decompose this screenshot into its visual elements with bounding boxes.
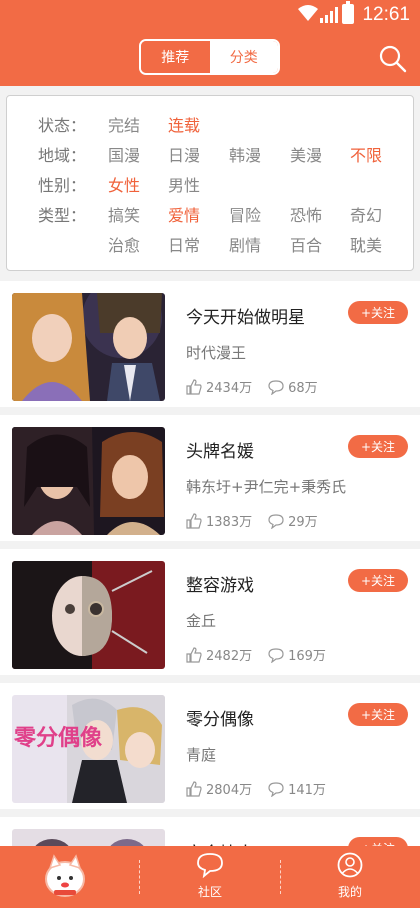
- comic-title[interactable]: 今天开始做明星: [186, 303, 305, 328]
- tab-label: 我的: [337, 885, 362, 899]
- comic-card[interactable]: 头牌名媛 韩东圩+尹仁完+秉秀氏 1383万 29万 +关注: [0, 415, 420, 541]
- comment-icon: [268, 379, 284, 395]
- filter-option[interactable]: 日漫: [168, 142, 200, 166]
- top-bar: 推荐 分类: [0, 30, 420, 86]
- comic-cover[interactable]: [12, 293, 165, 401]
- filter-option[interactable]: 搞笑: [108, 202, 140, 226]
- likes-count: 1383万: [206, 515, 253, 530]
- filter-label-region: 地域：: [38, 146, 87, 165]
- comic-cover[interactable]: [12, 427, 165, 535]
- filter-panel: 状态： 完结 连载 地域： 国漫 日漫 韩漫 美漫 不限 性别： 女性 男性 类…: [6, 95, 414, 271]
- filter-label-status: 状态：: [38, 116, 87, 135]
- comic-author: 韩东圩+尹仁完+秉秀氏: [186, 478, 347, 496]
- thumbs-up-icon: [186, 512, 202, 529]
- filter-row-status: 状态： 完结 连载: [7, 108, 413, 138]
- tab-divider: [139, 860, 140, 894]
- filter-row-genre-2: 治愈 日常 剧情 百合 耽美: [7, 228, 413, 258]
- filter-option[interactable]: 韩漫: [229, 142, 261, 166]
- chat-bubble-icon: [197, 853, 223, 879]
- tab-divider: [280, 860, 281, 894]
- tab-home[interactable]: [15, 850, 115, 903]
- filter-option[interactable]: 男性: [168, 172, 200, 196]
- comments-count: 141万: [288, 783, 326, 798]
- filter-label-genre: 类型：: [38, 206, 87, 225]
- filter-option[interactable]: 完结: [108, 112, 140, 136]
- comic-author: 金丘: [186, 612, 217, 630]
- comments-count: 29万: [288, 515, 318, 530]
- filter-row-region: 地域： 国漫 日漫 韩漫 美漫 不限: [7, 138, 413, 168]
- filter-row-genre: 类型： 搞笑 爱情 冒险 恐怖 奇幻: [7, 198, 413, 228]
- comic-title[interactable]: 整容游戏: [186, 571, 254, 596]
- filter-option[interactable]: 奇幻: [350, 202, 382, 226]
- tab-profile[interactable]: 我的: [300, 852, 400, 900]
- battery-icon: [342, 1, 354, 24]
- tab-category[interactable]: 分类: [209, 41, 278, 73]
- filter-option[interactable]: 治愈: [108, 232, 140, 256]
- comic-author: 青庭: [186, 746, 217, 764]
- tab-switch: 推荐 分类: [139, 39, 280, 75]
- filter-option[interactable]: 剧情: [229, 232, 261, 256]
- comic-stats: 2434万 68万: [186, 377, 318, 396]
- thumbs-up-icon: [186, 780, 202, 797]
- comic-title[interactable]: 头牌名媛: [186, 437, 254, 462]
- follow-button[interactable]: +关注: [348, 435, 408, 458]
- signal-icon: [320, 7, 338, 23]
- comments-count: 169万: [288, 649, 326, 664]
- thumbs-up-icon: [186, 378, 202, 395]
- clock: 12:61: [362, 4, 410, 25]
- likes-count: 2434万: [206, 381, 253, 396]
- likes-count: 2482万: [206, 649, 253, 664]
- filter-option-selected[interactable]: 爱情: [168, 202, 200, 226]
- comic-cover[interactable]: [12, 561, 165, 669]
- thumbs-up-icon: [186, 646, 202, 663]
- tab-community[interactable]: 社区: [160, 852, 260, 900]
- comment-icon: [268, 647, 284, 663]
- comment-icon: [268, 513, 284, 529]
- comments-count: 68万: [288, 381, 318, 396]
- filter-label-gender: 性别：: [38, 176, 87, 195]
- comic-card[interactable]: 整容游戏 金丘 2482万 169万 +关注: [0, 549, 420, 675]
- filter-option[interactable]: 百合: [290, 232, 322, 256]
- filter-option[interactable]: 冒险: [229, 202, 261, 226]
- filter-option[interactable]: 恐怖: [290, 202, 322, 226]
- follow-button[interactable]: +关注: [348, 301, 408, 324]
- filter-row-gender: 性别： 女性 男性: [7, 168, 413, 198]
- filter-option[interactable]: 日常: [168, 232, 200, 256]
- filter-option[interactable]: 美漫: [290, 142, 322, 166]
- likes-count: 2804万: [206, 783, 253, 798]
- comic-stats: 1383万 29万: [186, 511, 318, 530]
- status-bar: 12:61: [0, 0, 420, 30]
- filter-option-selected[interactable]: 不限: [350, 142, 382, 166]
- comic-stats: 2482万 169万: [186, 645, 326, 664]
- tab-label: 社区: [197, 885, 222, 899]
- follow-button[interactable]: +关注: [348, 703, 408, 726]
- comment-icon: [268, 781, 284, 797]
- filter-option[interactable]: 国漫: [108, 142, 140, 166]
- filter-option-selected[interactable]: 女性: [108, 172, 140, 196]
- bottom-tab-bar: 社区 我的: [0, 846, 420, 908]
- comic-card[interactable]: 今天开始做明星 时代漫王 2434万 68万 +关注: [0, 281, 420, 407]
- user-icon: [337, 852, 363, 878]
- wifi-icon: [298, 5, 318, 21]
- comic-card[interactable]: 零分偶像 零分偶像 青庭 2804万 141万 +关注: [0, 683, 420, 809]
- cover-text: 零分偶像: [13, 725, 103, 751]
- tab-recommend[interactable]: 推荐: [141, 41, 210, 73]
- comic-author: 时代漫王: [186, 344, 247, 362]
- filter-option-selected[interactable]: 连载: [168, 112, 200, 136]
- comic-stats: 2804万 141万: [186, 779, 326, 798]
- search-icon[interactable]: [378, 44, 408, 74]
- mascot-icon: [45, 854, 85, 897]
- comic-cover[interactable]: 零分偶像: [12, 695, 165, 803]
- follow-button[interactable]: +关注: [348, 569, 408, 592]
- comic-title[interactable]: 零分偶像: [186, 705, 254, 730]
- filter-option[interactable]: 耽美: [350, 232, 382, 256]
